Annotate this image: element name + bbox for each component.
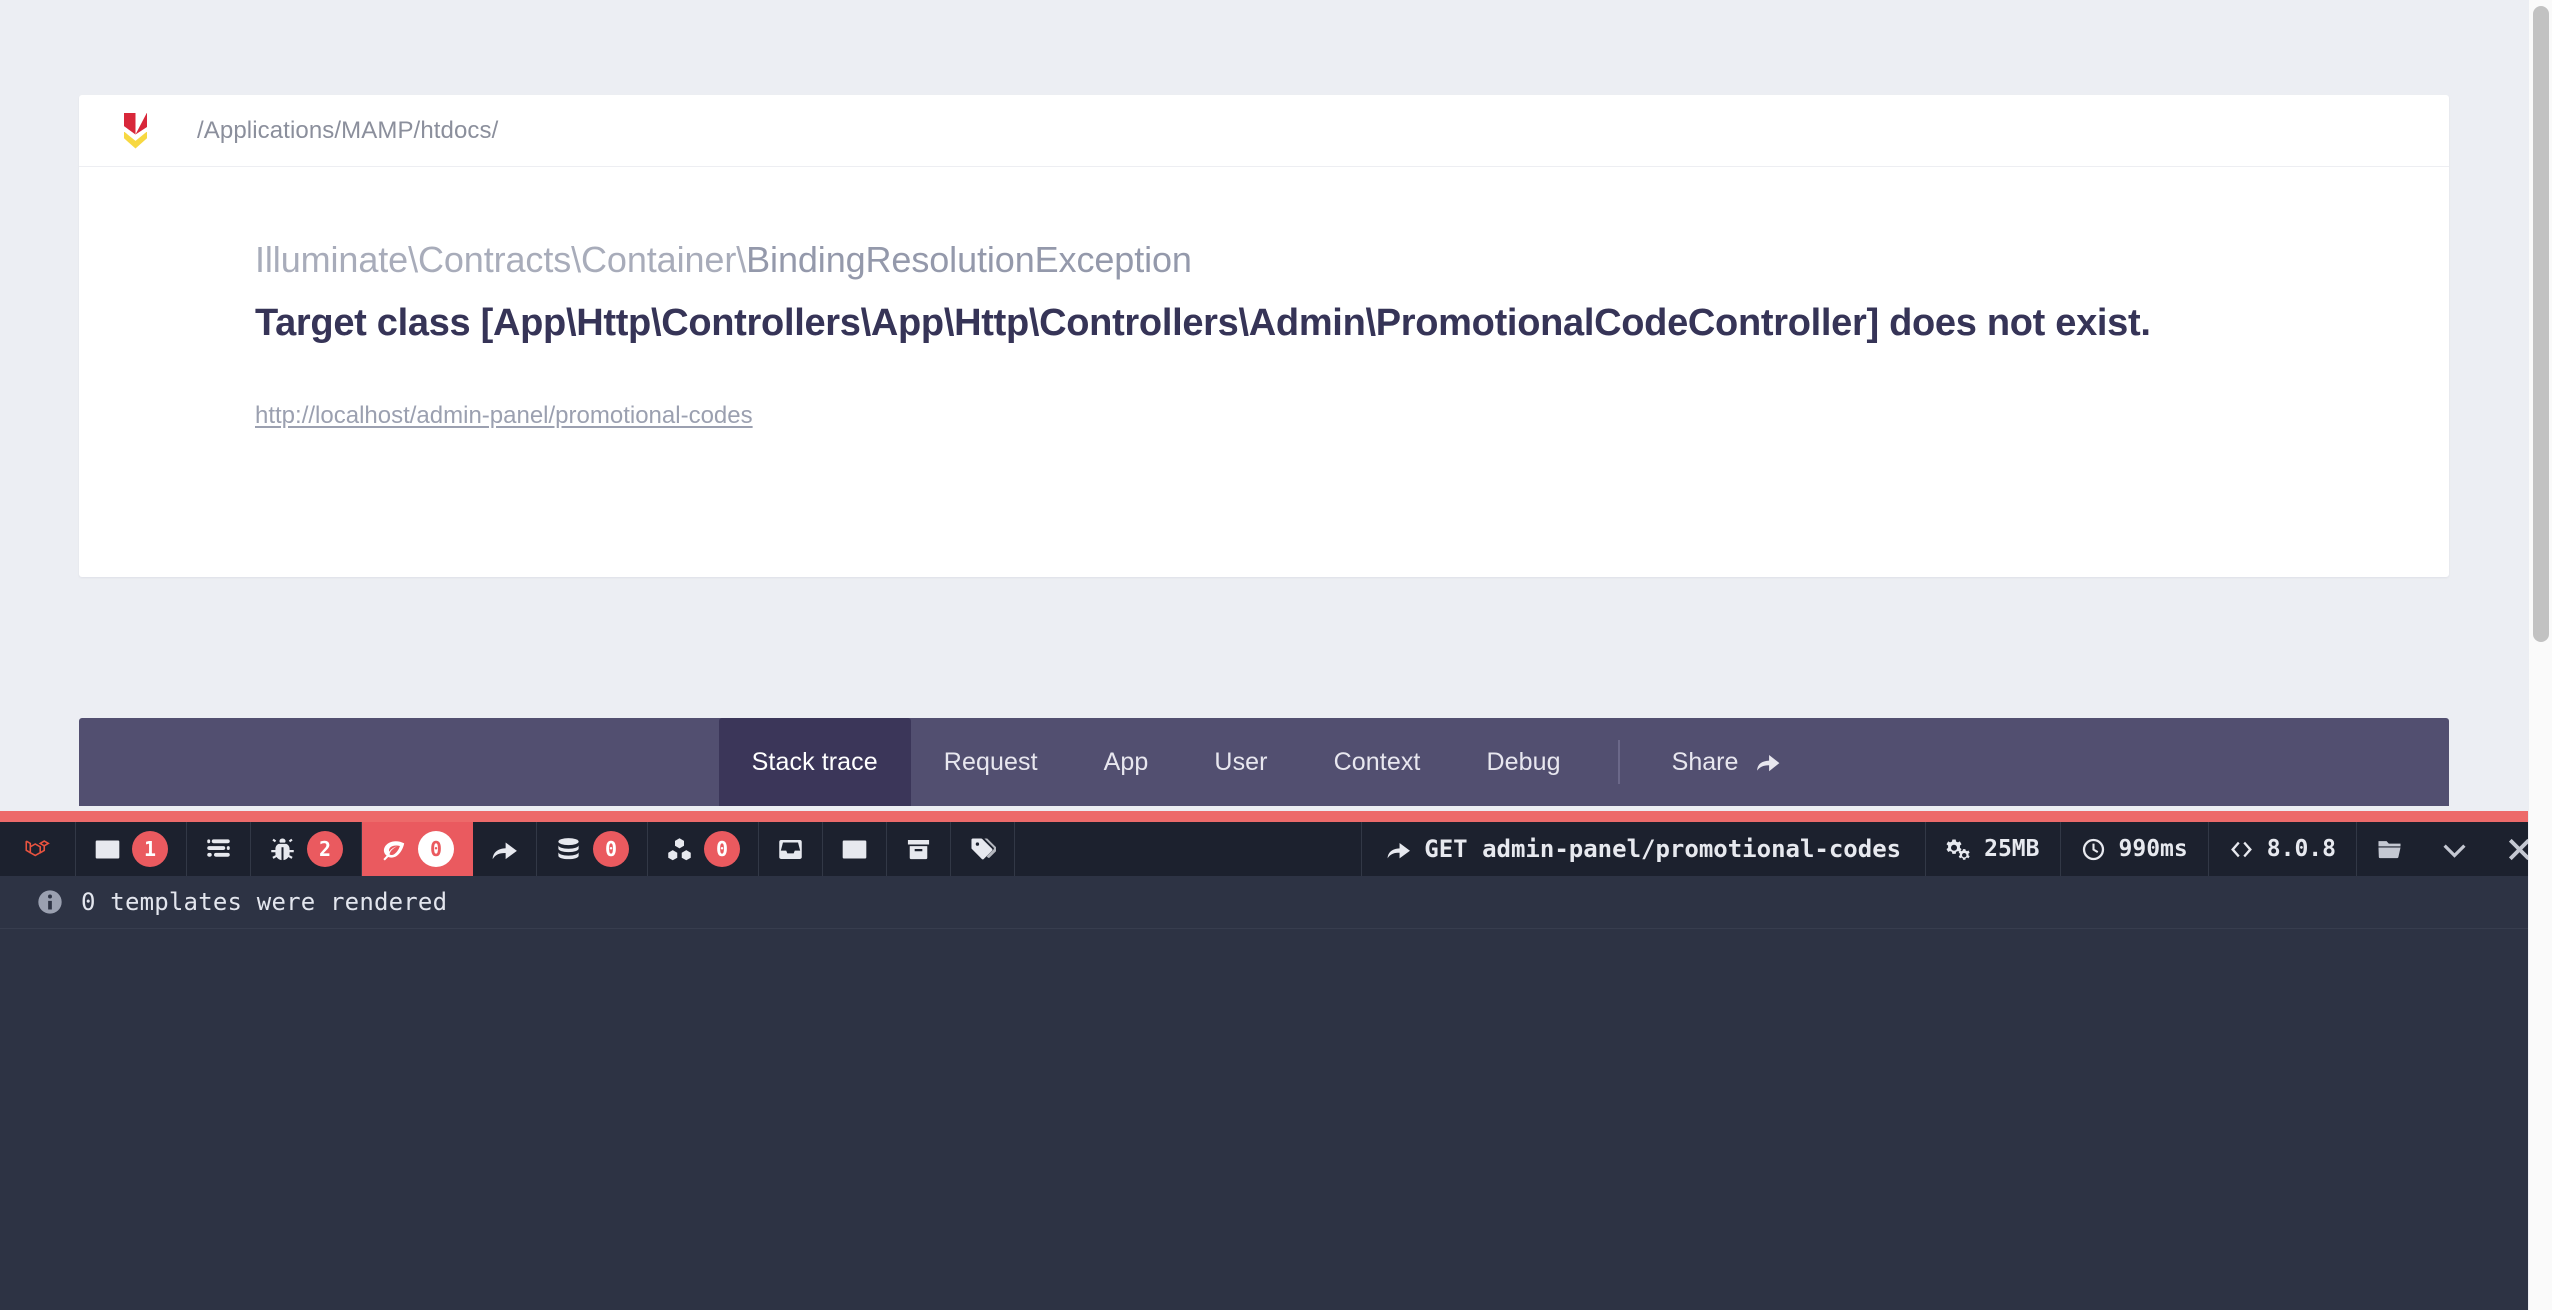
tab-divider [1617,740,1620,784]
card-spacer [79,430,2449,530]
tab-stack-trace[interactable]: Stack trace [718,718,911,806]
share-button[interactable]: Share [1644,718,1810,806]
debugbar-php-version-value: 8.0.8 [2266,836,2336,862]
error-card-body: Illuminate\Contracts\Container\BindingRe… [79,167,2449,577]
folder-icon [2378,840,2401,858]
database-icon [558,837,579,859]
debugbar-badge-messages: 1 [132,831,168,867]
laravel-logo[interactable] [0,822,76,876]
tabs-container: Stack trace Request App User Context Deb… [718,718,1810,806]
debugbar-tab-cache[interactable] [887,822,951,876]
messages-icon [95,840,120,858]
debugbar-tab-gate[interactable] [951,822,1015,876]
debugbar-tab-queries[interactable]: 0 [537,822,648,876]
exception-message: Target class [App\Http\Controllers\App\H… [255,302,2151,344]
request-url-link[interactable]: http://localhost/admin-panel/promotional… [255,402,753,429]
timeline-icon [207,838,230,857]
debugbar-memory-value: 25MB [1984,836,2040,862]
archive-icon [907,839,930,859]
application-path: /Applications/MAMP/htdocs/ [197,116,499,144]
exception-class-namespace: Illuminate\Contracts\Container\ [255,239,747,280]
tab-debug[interactable]: Debug [1453,718,1593,806]
debugbar-stats: GET admin-panel/promotional-codes 25MB 9… [1361,822,2552,876]
debugbar-tab-session[interactable] [823,822,887,876]
tabbar: Stack trace Request App User Context Deb… [79,718,2449,806]
debugbar-tabs: 1 2 0 0 0 [0,822,1015,876]
debugbar-tab-models[interactable]: 0 [648,822,759,876]
debugbar-toolbar: 1 2 0 0 0 GET admin-panel/promotional-co… [0,822,2552,876]
info-icon [38,890,62,914]
chevron-down-icon [2443,844,2466,858]
route-arrow-icon [1387,842,1411,858]
code-icon [2230,841,2252,857]
tab-user[interactable]: User [1181,718,1300,806]
error-card-header: /Applications/MAMP/htdocs/ [79,95,2449,167]
debugbar-open-folder-button[interactable] [2356,822,2422,876]
debugbar-time-value: 990ms [2118,836,2188,862]
route-arrow-icon [492,842,517,859]
page-scrollbar-thumb[interactable] [2533,6,2549,642]
clock-icon [2082,838,2104,860]
debugbar-badge-exceptions: 2 [307,831,343,867]
page-scrollbar[interactable] [2528,0,2552,1310]
tab-app[interactable]: App [1071,718,1182,806]
tab-context[interactable]: Context [1301,718,1454,806]
request-url-wrap: http://localhost/admin-panel/promotional… [79,348,2449,430]
debugbar-badge-views: 0 [418,831,454,867]
share-button-label: Share [1671,747,1739,776]
bug-icon [271,837,294,860]
debugbar-tab-timeline[interactable] [187,822,251,876]
debugbar-badge-queries: 0 [593,831,629,867]
debugbar-minimize-button[interactable] [2422,822,2487,876]
debugbar-content-panel [0,929,2552,1310]
gears-icon [1946,839,1970,860]
debugbar-stat-route[interactable]: GET admin-panel/promotional-codes [1361,822,1925,876]
debugbar-tab-mails[interactable] [759,822,823,876]
laravel-debugbar: 1 2 0 0 0 GET admin-panel/promotional-co… [0,811,2552,1310]
flare-logo-top-chevron [124,112,147,135]
debugbar-stat-memory[interactable]: 25MB [1925,822,2059,876]
debugbar-stat-time[interactable]: 990ms [2059,822,2208,876]
debugbar-drag-handle[interactable] [0,811,2552,822]
exception-class-basename: BindingResolutionException [746,239,1192,280]
share-arrow-icon [1757,754,1780,772]
ignition-error-page: /Applications/MAMP/htdocs/ Illuminate\Co… [0,0,2552,1310]
debugbar-route-value: GET admin-panel/promotional-codes [1424,835,1902,863]
exception-class: Illuminate\Contracts\Container\BindingRe… [79,237,2449,282]
inbox-icon [779,839,802,859]
error-card: /Applications/MAMP/htdocs/ Illuminate\Co… [79,95,2449,577]
debugbar-badge-models: 0 [704,831,740,867]
debugbar-tab-exceptions[interactable]: 2 [251,822,362,876]
leaf-icon [383,840,405,861]
debugbar-tab-route[interactable] [473,822,537,876]
debugbar-stat-php-version[interactable]: 8.0.8 [2207,822,2356,876]
debugbar-tab-messages[interactable]: 1 [76,822,187,876]
flare-logo [122,112,149,149]
tags-icon [971,837,996,859]
tab-request[interactable]: Request [911,718,1071,806]
debugbar-tab-views[interactable]: 0 [362,822,473,876]
laravel-logo-icon [25,839,50,856]
list-icon [842,840,867,858]
cubes-icon [668,837,691,860]
debugbar-status-row: 0 templates were rendered [0,876,2552,929]
debugbar-status-text: 0 templates were rendered [81,888,448,916]
